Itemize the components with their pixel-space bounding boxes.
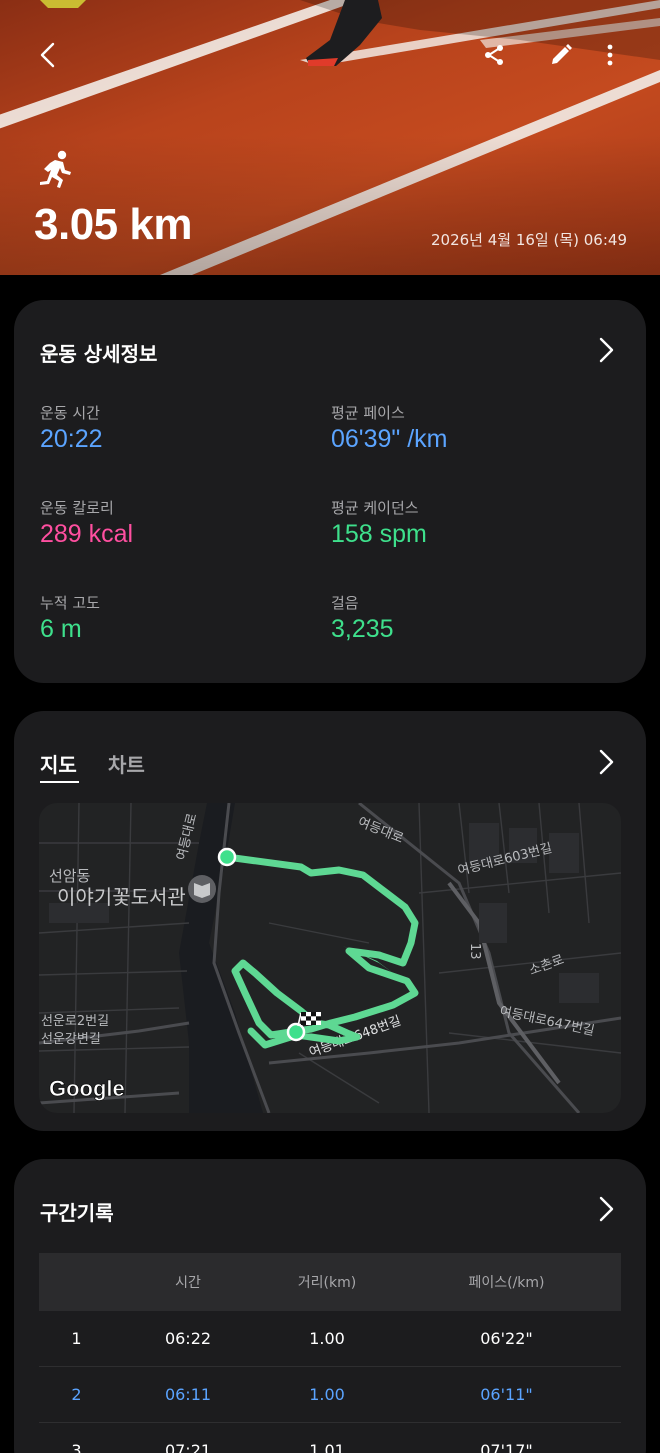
share-button[interactable]	[472, 33, 516, 77]
metric-value-cadence: 158 spm	[331, 520, 427, 548]
lap-number: 2	[71, 1385, 82, 1404]
metric-label-steps: 걸음	[331, 594, 359, 612]
col-header-pace: 페이스(/km)	[468, 1275, 545, 1291]
chevron-right-icon[interactable]	[594, 747, 618, 777]
lap-time: 07:21	[164, 1441, 212, 1453]
workout-datetime: 2026년 4월 16일 (목) 06:49	[430, 231, 627, 249]
library-pin-icon[interactable]	[188, 875, 216, 903]
back-arrow-icon	[40, 42, 55, 68]
laps-table: 시간 거리(km) 페이스(/km) 1 06:22 1.00 06'22" 2…	[39, 1253, 621, 1453]
map-label-road-seonun2: 선운로2번길	[41, 1014, 109, 1029]
lap-pace: 06'11"	[480, 1385, 533, 1404]
chevron-right-icon[interactable]	[594, 1194, 618, 1224]
edit-button[interactable]	[539, 33, 583, 77]
lap-number: 1	[71, 1329, 82, 1348]
total-distance: 3.05 km	[34, 200, 192, 249]
lap-pace: 07'17"	[480, 1441, 533, 1453]
col-header-distance: 거리(km)	[297, 1275, 357, 1291]
route-map[interactable]: 선암동 이야기꽃도서관 여등대로 여등대로603번길 소촌로 여등대로647번길…	[39, 803, 621, 1113]
table-row: 2 06:11 1.00 06'11"	[39, 1367, 621, 1423]
laps-card: 구간기록 시간 거리(km) 페이스(/km) 1 06:22 1.00 06'…	[14, 1159, 646, 1453]
metric-label-avg-pace: 평균 페이스	[331, 404, 405, 422]
laps-table-header: 시간 거리(km) 페이스(/km)	[39, 1253, 621, 1311]
map-chart-card: 지도 차트 선암동 이야기꽃도서관 여등대로 여등대로603번길 소촌로 여등대…	[14, 711, 646, 1131]
table-row: 1 06:22 1.00 06'22"	[39, 1311, 621, 1367]
map-attribution: Google	[49, 1076, 125, 1101]
lap-time: 06:11	[164, 1385, 212, 1404]
metric-value-avg-pace: 06'39" /km	[331, 425, 448, 453]
running-person-icon	[40, 150, 71, 188]
map-label-route-marker: 13	[467, 943, 482, 960]
lap-time: 06:22	[164, 1329, 212, 1348]
details-title: 운동 상세정보	[40, 342, 158, 366]
col-header-time: 시간	[175, 1275, 201, 1291]
metric-value-calories: 289 kcal	[40, 520, 134, 548]
metric-label-duration: 운동 시간	[40, 404, 100, 422]
more-vert-icon	[607, 44, 613, 66]
map-label-road-vertical: 여등대로	[174, 812, 200, 862]
lap-pace: 06'22"	[480, 1329, 533, 1348]
chevron-right-icon[interactable]	[594, 335, 618, 365]
tab-map-indicator	[40, 781, 79, 783]
share-icon	[485, 45, 503, 65]
map-label-library: 이야기꽃도서관	[57, 885, 186, 909]
lap-number: 3	[71, 1441, 82, 1453]
metric-label-calories: 운동 칼로리	[40, 499, 114, 517]
table-row: 3 07:21 1.01 07'17"	[39, 1423, 621, 1453]
route-map-canvas[interactable]: 선암동 이야기꽃도서관 여등대로 여등대로603번길 소촌로 여등대로647번길…	[39, 803, 621, 1113]
tab-chart[interactable]: 차트	[108, 749, 145, 778]
map-label-area: 선암동	[49, 867, 91, 885]
metric-value-elevation: 6 m	[40, 615, 82, 643]
metric-value-duration: 20:22	[40, 425, 103, 453]
route-start-marker	[217, 847, 237, 867]
tab-map[interactable]: 지도	[40, 749, 77, 778]
metric-value-steps: 3,235	[331, 615, 394, 643]
laps-title: 구간기록	[40, 1201, 114, 1225]
lap-distance: 1.00	[309, 1329, 345, 1348]
hero-header: 3.05 km 2026년 4월 16일 (목) 06:49	[0, 0, 660, 275]
workout-details-card[interactable]: 운동 상세정보 운동 시간 20:22 평균 페이스 06'39" /km 운동…	[14, 300, 646, 683]
metric-label-cadence: 평균 케이던스	[331, 499, 419, 517]
map-label-road-seonun-gang: 선운강변길	[41, 1032, 101, 1047]
lap-distance: 1.01	[309, 1441, 345, 1453]
lap-distance: 1.00	[309, 1385, 345, 1404]
metric-label-elevation: 누적 고도	[40, 594, 100, 612]
edit-pencil-icon	[552, 44, 572, 64]
back-button[interactable]	[26, 33, 70, 77]
more-options-button[interactable]	[588, 33, 632, 77]
